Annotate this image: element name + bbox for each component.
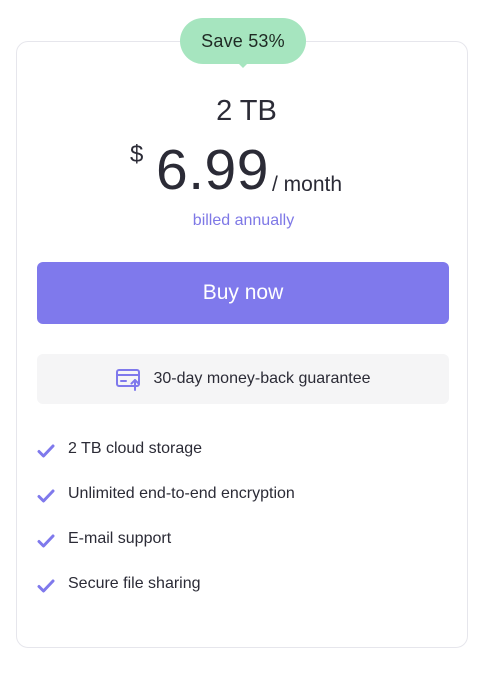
buy-now-button[interactable]: Buy now	[37, 262, 449, 324]
card-refund-icon	[116, 369, 141, 391]
money-back-guarantee: 30-day money-back guarantee	[37, 354, 449, 404]
feature-item: E-mail support	[37, 526, 437, 571]
feature-label: Unlimited end-to-end encryption	[68, 485, 295, 502]
check-icon	[37, 489, 55, 503]
feature-label: Secure file sharing	[68, 575, 201, 592]
feature-item: Secure file sharing	[37, 571, 437, 616]
check-icon	[37, 534, 55, 548]
price-amount: 6.99	[156, 138, 269, 202]
plan-name: 2 TB	[216, 95, 277, 127]
feature-item: Unlimited end-to-end encryption	[37, 481, 437, 526]
feature-item: 2 TB cloud storage	[37, 436, 437, 481]
check-icon	[37, 444, 55, 458]
feature-list: 2 TB cloud storage Unlimited end-to-end …	[37, 436, 437, 616]
guarantee-text: 30-day money-back guarantee	[153, 370, 371, 387]
discount-badge-pointer	[235, 60, 251, 68]
feature-label: E-mail support	[68, 530, 172, 547]
price-period: / month	[272, 173, 343, 196]
discount-badge: Save 53%	[180, 18, 306, 68]
price-currency: $	[130, 141, 144, 168]
discount-badge-label: Save 53%	[180, 18, 306, 64]
check-icon	[37, 579, 55, 593]
billing-note: billed annually	[192, 212, 295, 229]
price: $ 6.99 / month	[130, 135, 370, 205]
feature-label: 2 TB cloud storage	[68, 440, 203, 457]
